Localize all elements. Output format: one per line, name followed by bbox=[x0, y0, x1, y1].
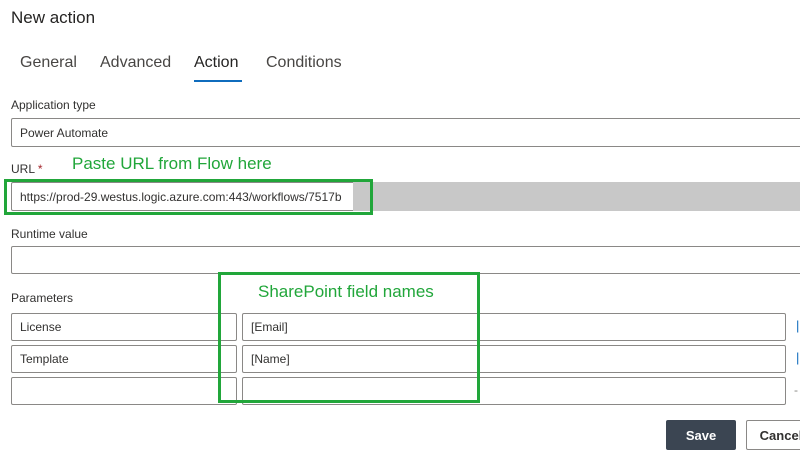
runtime-value-label: Runtime value bbox=[11, 227, 88, 241]
parameter-name-input[interactable] bbox=[11, 377, 237, 405]
url-annotation-text: Paste URL from Flow here bbox=[72, 154, 272, 173]
cancel-button[interactable]: Cancel bbox=[746, 420, 800, 450]
dialog-title: New action bbox=[11, 8, 96, 27]
dash-icon: - bbox=[794, 383, 798, 397]
url-label-text: URL bbox=[11, 162, 35, 176]
parameter-name-input[interactable]: License bbox=[11, 313, 237, 341]
tab-action[interactable]: Action bbox=[194, 54, 238, 72]
required-marker: * bbox=[37, 162, 43, 176]
link-icon[interactable]: | bbox=[796, 350, 799, 365]
parameter-value-input[interactable] bbox=[242, 377, 786, 405]
tab-conditions[interactable]: Conditions bbox=[266, 54, 342, 72]
url-label: URL * bbox=[11, 162, 43, 176]
parameters-annotation-text: SharePoint field names bbox=[258, 282, 434, 301]
tab-advanced[interactable]: Advanced bbox=[100, 54, 171, 72]
parameter-value-input[interactable]: [Email] bbox=[242, 313, 786, 341]
parameter-name-input[interactable]: Template bbox=[11, 345, 237, 373]
save-button[interactable]: Save bbox=[666, 420, 736, 450]
redacted-url-region bbox=[353, 182, 800, 211]
active-tab-indicator bbox=[194, 80, 242, 82]
runtime-value-input[interactable] bbox=[11, 246, 800, 274]
parameter-value-input[interactable]: [Name] bbox=[242, 345, 786, 373]
parameters-label: Parameters bbox=[11, 291, 74, 305]
link-icon[interactable]: | bbox=[796, 318, 799, 333]
tab-general[interactable]: General bbox=[20, 54, 77, 72]
application-type-label: Application type bbox=[11, 98, 96, 112]
application-type-select[interactable]: Power Automate bbox=[11, 118, 800, 147]
